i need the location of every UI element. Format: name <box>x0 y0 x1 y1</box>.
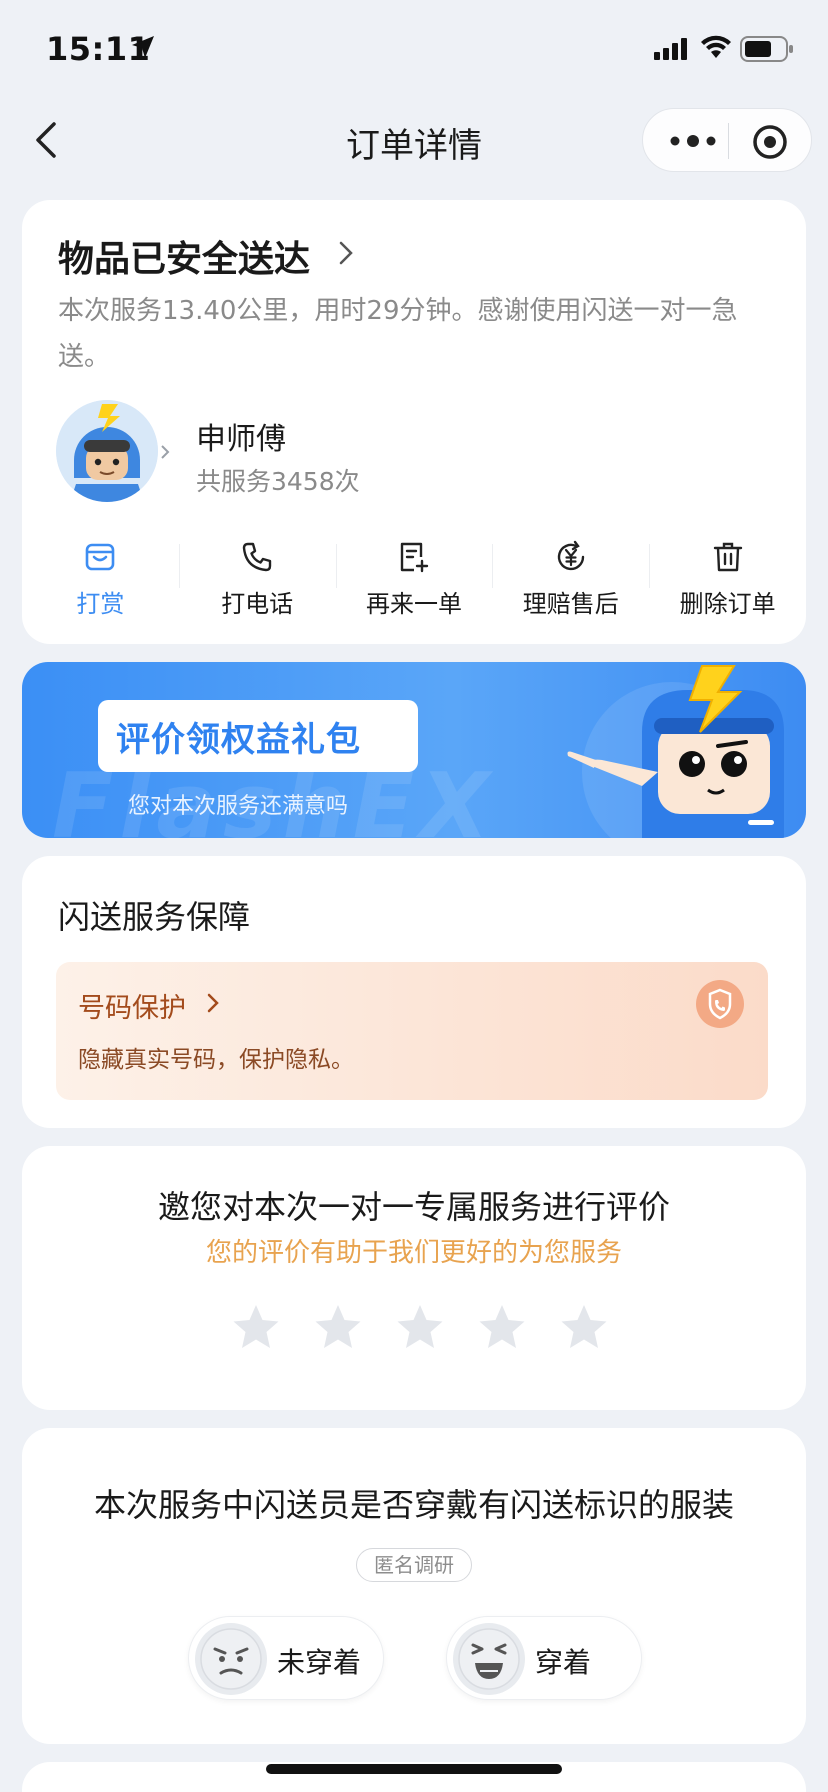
not-wearing-label: 未穿着 <box>277 1646 362 1679</box>
reorder-icon <box>400 542 429 573</box>
more-dots-icon[interactable] <box>665 127 721 155</box>
mascot-pointing-icon <box>567 665 784 838</box>
shield-phone-icon <box>708 988 732 1020</box>
survey-question: 本次服务中闪送员是否穿戴有闪送标识的服装 <box>93 1486 734 1524</box>
star-icon-4[interactable] <box>476 1302 528 1354</box>
yuan-refund-icon <box>557 540 584 571</box>
star-rating <box>230 1302 610 1354</box>
banner-page-indicator <box>748 820 774 825</box>
delivery-status-title[interactable]: 物品已安全送达 <box>58 230 310 282</box>
avatar-chevron-icon <box>161 445 170 459</box>
reorder-label: 再来一单 <box>365 590 462 618</box>
status-bar: 15:11 <box>0 0 828 100</box>
number-protection-box[interactable]: 号码保护 隐藏真实号码，保护隐私。 <box>56 962 768 1100</box>
uniform-survey-card: 本次服务中闪送员是否穿戴有闪送标识的服装 匿名调研 未穿着 穿着 <box>22 1428 806 1744</box>
chevron-right-icon[interactable] <box>338 240 354 266</box>
star-icon-2[interactable] <box>312 1302 364 1354</box>
review-rewards-banner[interactable]: FlashEX 评价领权益礼包 您对本次服务还满意吗 <box>22 662 806 838</box>
anonymous-survey-tag: 匿名调研 <box>356 1548 472 1582</box>
wearing-label: 穿着 <box>535 1646 592 1679</box>
banner-title: 评价领权益礼包 <box>116 720 361 760</box>
rating-card: 邀您对本次一对一专属服务进行评价 您的评价有助于我们更好的为您服务 <box>22 1146 806 1410</box>
rating-title: 邀您对本次一对一专属服务进行评价 <box>157 1188 670 1226</box>
not-wearing-option[interactable]: 未穿着 <box>188 1616 384 1700</box>
courier-mascot-icon <box>56 400 158 502</box>
star-icon-3[interactable] <box>394 1302 446 1354</box>
service-guarantee-card: 闪送服务保障 号码保护 隐藏真实号码，保护隐私。 <box>22 856 806 1128</box>
trash-icon <box>713 542 742 572</box>
mini-program-capsule <box>642 108 812 172</box>
capsule-divider <box>728 123 729 159</box>
call-button[interactable]: 打电话 <box>178 540 336 620</box>
number-protection-desc: 隐藏真实号码，保护隐私。 <box>78 1047 354 1073</box>
close-target-icon[interactable] <box>751 123 789 161</box>
call-label: 打电话 <box>221 590 294 618</box>
wifi-icon <box>701 35 731 58</box>
order-actions: 打赏 打电话 再来一单 理赔售后 删除订单 <box>22 540 806 620</box>
claims-label: 理赔售后 <box>522 590 619 618</box>
location-arrow-icon <box>132 36 154 58</box>
star-icon-5[interactable] <box>558 1302 610 1354</box>
tip-button[interactable]: 打赏 <box>22 540 179 620</box>
phone-icon <box>242 542 272 572</box>
signal-icon <box>654 38 687 60</box>
courier-avatar[interactable] <box>56 400 158 502</box>
face-badge <box>195 1623 267 1695</box>
shield-badge <box>696 980 744 1028</box>
banner-subtitle: 您对本次服务还满意吗 <box>128 794 349 819</box>
number-protection-title: 号码保护 <box>78 993 186 1024</box>
courier-name: 申师傅 <box>196 422 286 457</box>
home-indicator[interactable] <box>266 1764 562 1774</box>
star-icon-1[interactable] <box>230 1302 282 1354</box>
angry-face-icon <box>200 1628 262 1690</box>
rating-subtitle: 您的评价有助于我们更好的为您服务 <box>205 1238 622 1268</box>
order-status-card: 物品已安全送达 本次服务13.40公里，用时29分钟。感谢使用闪送一对一急送。 … <box>22 200 806 644</box>
delete-order-label: 删除订单 <box>679 590 776 618</box>
chevron-right-icon <box>207 993 219 1013</box>
tip-label: 打赏 <box>76 590 125 618</box>
battery-icon <box>740 36 793 62</box>
claims-button[interactable]: 理赔售后 <box>492 540 649 620</box>
reorder-button[interactable]: 再来一单 <box>335 540 493 620</box>
delete-order-button[interactable]: 删除订单 <box>649 540 806 620</box>
face-badge <box>453 1623 525 1695</box>
tip-box-icon <box>86 543 115 571</box>
delivery-summary: 本次服务13.40公里，用时29分钟。感谢使用闪送一对一急送。 <box>58 296 738 372</box>
courier-service-count: 共服务3458次 <box>196 467 360 496</box>
laughing-face-icon <box>458 1628 520 1690</box>
wearing-option[interactable]: 穿着 <box>446 1616 642 1700</box>
guarantee-title: 闪送服务保障 <box>58 898 251 936</box>
